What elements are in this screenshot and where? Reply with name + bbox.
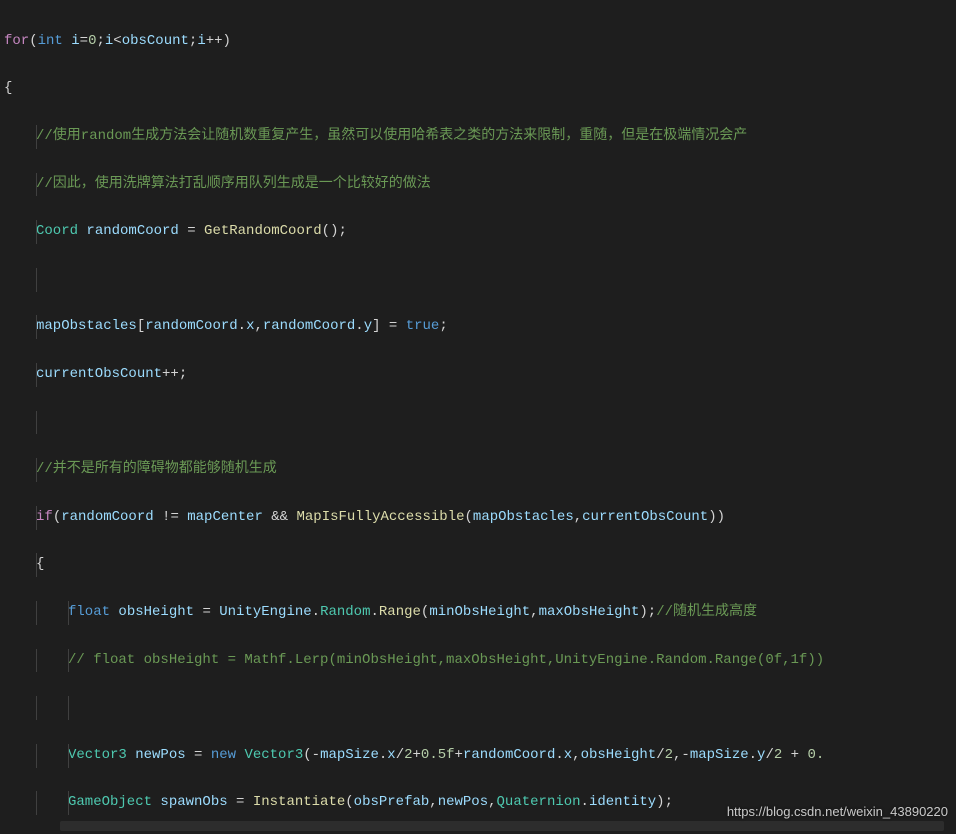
code-line: {: [4, 77, 956, 101]
code-line: for(int i=0;i<obsCount;i++): [4, 30, 956, 54]
code-line: GameObject spawnObs = Instantiate(obsPre…: [4, 791, 956, 815]
blank-line: [4, 268, 956, 292]
horizontal-scrollbar[interactable]: [60, 821, 944, 831]
code-line: mapObstacles[randomCoord.x,randomCoord.y…: [4, 315, 956, 339]
code-line: {: [4, 553, 956, 577]
code-line: if(randomCoord != mapCenter && MapIsFull…: [4, 506, 956, 530]
code-editor[interactable]: for(int i=0;i<obsCount;i++) { //使用random…: [0, 0, 956, 834]
code-line: Coord randomCoord = GetRandomCoord();: [4, 220, 956, 244]
code-line: float obsHeight = UnityEngine.Random.Ran…: [4, 601, 956, 625]
code-line: //并不是所有的障碍物都能够随机生成: [4, 458, 956, 482]
blank-line: [4, 411, 956, 435]
code-line: // float obsHeight = Mathf.Lerp(minObsHe…: [4, 649, 956, 673]
code-line: //因此，使用洗牌算法打乱顺序用队列生成是一个比较好的做法: [4, 173, 956, 197]
code-line: currentObsCount++;: [4, 363, 956, 387]
code-line: //使用random生成方法会让随机数重复产生，虽然可以使用哈希表之类的方法来限…: [4, 125, 956, 149]
code-line: Vector3 newPos = new Vector3(-mapSize.x/…: [4, 744, 956, 768]
blank-line: [4, 696, 956, 720]
